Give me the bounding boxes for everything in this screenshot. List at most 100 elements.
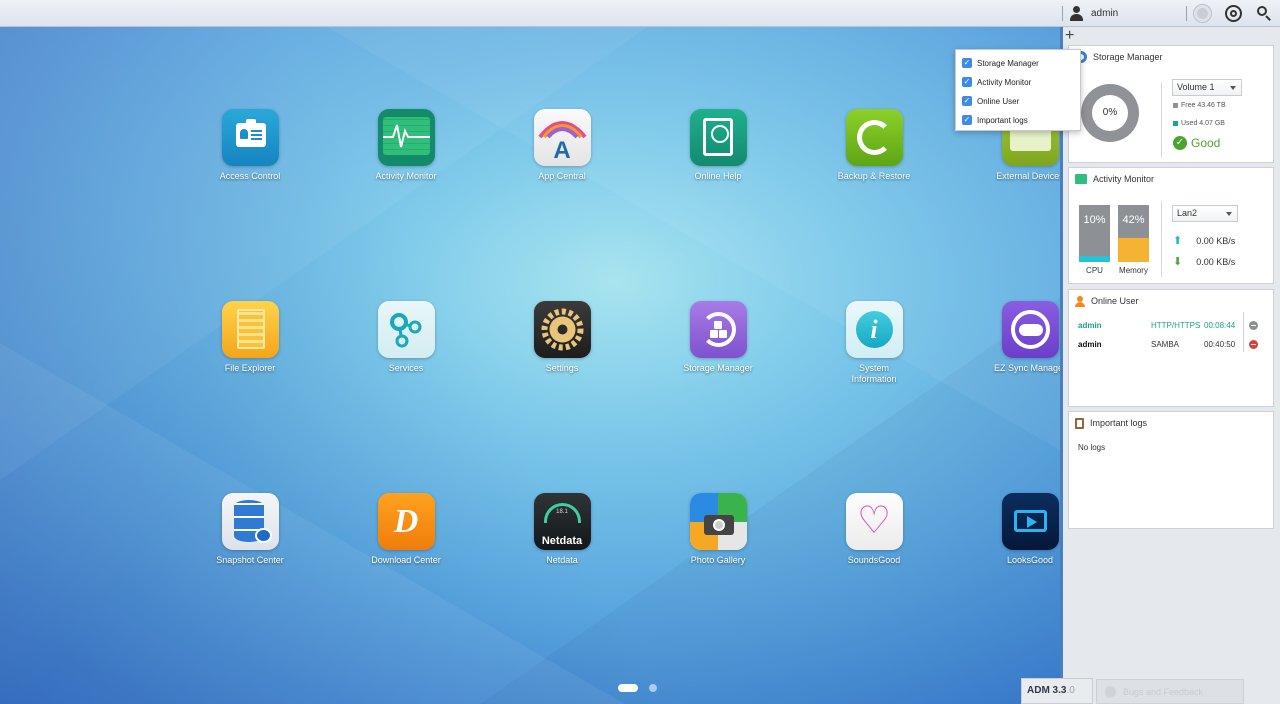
online-help-icon — [689, 109, 747, 166]
services-icon — [377, 301, 435, 358]
used-swatch — [1173, 121, 1178, 126]
app-netdata[interactable]: 18.1 Netdata Netdata — [502, 493, 622, 566]
widget-header: Activity Monitor — [1069, 168, 1273, 190]
online-user-row: admin HTTP/HTTPS 00:08:44 — [1078, 321, 1258, 335]
app-file-explorer[interactable]: File Explorer — [190, 301, 310, 374]
activity-monitor-widget: Activity Monitor 10% CPU 42% Memory Lan2… — [1068, 167, 1274, 284]
app-download-center[interactable]: D Download Center — [346, 493, 466, 566]
online-user-service: SAMBA — [1151, 340, 1180, 349]
disconnect-user-button[interactable] — [1249, 321, 1258, 330]
notification-icon[interactable] — [1194, 5, 1211, 22]
backup-restore-icon — [845, 109, 903, 166]
app-access-control[interactable]: Access Control — [190, 109, 310, 182]
free-space-row: Free 43.46 TB — [1173, 102, 1226, 109]
bugs-feedback-label: Bugs and Feedback — [1123, 687, 1204, 697]
app-system-information[interactable]: i System Information — [814, 301, 934, 385]
page-dot-1[interactable] — [618, 684, 638, 692]
divider — [1161, 201, 1162, 277]
menu-item-label: Storage Manager — [977, 58, 1039, 68]
interface-select-value: Lan2 — [1177, 208, 1198, 218]
storage-manager-widget: Storage Manager 0% Volume 1 Free 43.46 T… — [1068, 45, 1274, 163]
widget-header: Important logs — [1069, 412, 1273, 434]
checkbox-icon[interactable]: ✓ — [962, 115, 972, 125]
user-menu[interactable]: admin — [1068, 5, 1118, 22]
memory-bar-fill — [1118, 238, 1149, 262]
menu-item-storage-manager[interactable]: ✓ Storage Manager — [962, 58, 1039, 68]
interface-select[interactable]: Lan2 — [1172, 205, 1238, 222]
settings-icon[interactable] — [1225, 5, 1242, 22]
chevron-down-icon — [1226, 212, 1232, 216]
activity-monitor-icon — [377, 109, 435, 166]
disconnect-user-button[interactable] — [1249, 340, 1258, 349]
search-icon[interactable] — [1256, 5, 1273, 22]
app-label: Services — [388, 363, 424, 373]
storage-status: ✓ Good — [1173, 136, 1220, 150]
checkbox-icon[interactable]: ✓ — [962, 96, 972, 106]
settings-app-icon — [533, 301, 591, 358]
menu-item-label: Activity Monitor — [977, 77, 1032, 87]
storage-status-label: Good — [1191, 136, 1221, 150]
page-dot-2[interactable] — [649, 684, 657, 692]
free-swatch — [1173, 103, 1178, 108]
app-label: System Information — [851, 363, 897, 384]
app-storage-manager[interactable]: Storage Manager — [658, 301, 778, 374]
cpu-percent: 10% — [1083, 214, 1106, 226]
online-user-name: admin — [1078, 340, 1102, 349]
volume-select[interactable]: Volume 1 — [1172, 79, 1242, 96]
access-control-icon — [221, 109, 279, 166]
app-central-icon: A — [533, 109, 591, 166]
cpu-bar: 10% — [1079, 205, 1110, 262]
bugs-feedback-button[interactable]: Bugs and Feedback — [1096, 679, 1244, 704]
checkbox-icon[interactable]: ✓ — [962, 77, 972, 87]
logs-empty-message: No logs — [1078, 443, 1106, 452]
widget-header: Storage Manager — [1069, 46, 1273, 68]
app-label: Storage Manager — [683, 363, 753, 373]
chevron-down-icon — [1230, 86, 1236, 90]
adm-version-bold: ADM 3.3 — [1027, 685, 1067, 696]
online-user-time: 00:08:44 — [1204, 321, 1236, 330]
app-label: File Explorer — [224, 363, 276, 373]
topbar-divider — [1186, 6, 1187, 21]
upload-arrow-icon: ⬆ — [1173, 235, 1183, 247]
app-settings[interactable]: Settings — [502, 301, 622, 374]
username-label: admin — [1091, 8, 1119, 19]
app-app-central[interactable]: A App Central — [502, 109, 622, 182]
app-snapshot-center[interactable]: Snapshot Center — [190, 493, 310, 566]
app-photo-gallery[interactable]: Photo Gallery — [658, 493, 778, 566]
add-widget-button[interactable]: + — [1065, 28, 1074, 44]
checkbox-icon[interactable]: ✓ — [962, 58, 972, 68]
used-space-row: Used 4.07 GB — [1173, 120, 1225, 127]
app-online-help[interactable]: Online Help — [658, 109, 778, 182]
memory-label: Memory — [1119, 266, 1148, 275]
ez-sync-manager-icon — [1001, 301, 1059, 358]
app-soundsgood[interactable]: ♡ SoundsGood — [814, 493, 934, 566]
adm-version-badge: ADM 3.3.0 Beta — [1021, 678, 1093, 704]
top-bar: admin — [0, 0, 1280, 27]
app-activity-monitor[interactable]: Activity Monitor — [346, 109, 466, 182]
photo-gallery-icon — [689, 493, 747, 550]
widget-title: Storage Manager — [1093, 52, 1163, 62]
menu-item-online-user[interactable]: ✓ Online User — [962, 96, 1019, 106]
check-icon: ✓ — [1173, 136, 1187, 150]
online-user-row: admin SAMBA 00:40:50 — [1078, 340, 1258, 354]
important-logs-widget: Important logs No logs — [1068, 411, 1274, 529]
online-user-icon — [1075, 295, 1085, 307]
menu-item-important-logs[interactable]: ✓ Important logs — [962, 115, 1028, 125]
app-label: SoundsGood — [847, 555, 901, 565]
app-label: Online Help — [694, 171, 742, 181]
upload-rate-row: ⬆ 0.00 KB/s — [1173, 234, 1235, 247]
bug-icon — [1105, 686, 1116, 698]
app-label: Activity Monitor — [375, 171, 437, 181]
divider — [1161, 82, 1162, 158]
app-services[interactable]: Services — [346, 301, 466, 374]
file-explorer-icon — [221, 301, 279, 358]
app-label: Snapshot Center — [216, 555, 284, 565]
app-backup-restore[interactable]: Backup & Restore — [814, 109, 934, 182]
menu-item-label: Online User — [977, 96, 1020, 106]
widget-header: Online User — [1069, 290, 1273, 312]
app-label: App Central — [538, 171, 586, 181]
app-central-letter: A — [553, 137, 571, 164]
topbar-divider — [1062, 6, 1063, 21]
upload-rate: 0.00 KB/s — [1196, 235, 1236, 246]
menu-item-activity-monitor[interactable]: ✓ Activity Monitor — [962, 77, 1031, 87]
